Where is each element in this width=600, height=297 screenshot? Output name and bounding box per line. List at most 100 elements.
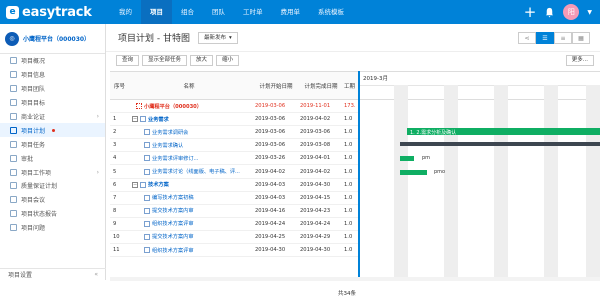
row-name[interactable]: 组织技术方案评审 (152, 220, 194, 227)
zoom-in-button[interactable]: 放大 (190, 55, 214, 66)
gantt-month-label: 2019-3月 (363, 76, 388, 82)
weekend-band (494, 85, 508, 277)
work-item-icon (10, 168, 17, 176)
nav-item-mine[interactable]: 我的 (110, 0, 141, 24)
row-seq: 10 (113, 233, 120, 240)
avatar[interactable]: 阳 (563, 4, 580, 20)
row-name[interactable]: 业务需求评审修订... (152, 155, 198, 162)
chevron-down-icon[interactable]: ▼ (587, 9, 592, 16)
table-row[interactable]: 9 组织技术方案评审 2019-04-24 2019-04-24 1.0 (110, 218, 358, 231)
sidebar-item-work-items[interactable]: 项目工作项 › (0, 165, 105, 179)
table-row[interactable]: 小鹰程平台（000030） 2019-03-06 2019-11-01 173. (110, 100, 358, 114)
sidebar-item-label: 项目计划 (21, 127, 46, 135)
table-row[interactable]: 7 编写技术方案初稿 2019-04-03 2019-04-15 1.0 (110, 192, 358, 205)
sidebar-item-label: 项目会议 (21, 197, 46, 205)
plus-icon[interactable]: + (524, 4, 537, 20)
col-seq[interactable]: 序号 (110, 72, 126, 99)
col-name[interactable]: 名称 (126, 72, 252, 99)
sidebar-item-label: 项目状态报告 (21, 211, 58, 219)
nav-item-team[interactable]: 团队 (203, 0, 234, 24)
sidebar-item-team[interactable]: 项目团队 (0, 82, 105, 96)
grid-view-icon[interactable]: ▦ (572, 32, 590, 44)
bell-icon[interactable] (544, 7, 555, 18)
table-row[interactable]: 3 业务需求确认 2019-03-06 2019-03-08 1.0 (110, 139, 358, 153)
sidebar-footer[interactable]: 项目设置 « (0, 268, 106, 280)
row-start-date: 2019-03-06 (255, 116, 286, 123)
table-row[interactable]: 11 组织技术方案评审 2019-04-30 2019-04-30 1.0 (110, 244, 358, 258)
project-header[interactable]: ◎ 小鹰程平台（000030） (0, 24, 105, 54)
nav-item-timesheet[interactable]: 工时单 (234, 0, 272, 24)
list-view-icon[interactable]: ≡ (554, 32, 572, 44)
row-end-date: 2019-04-15 (300, 194, 331, 201)
goal-icon (10, 99, 17, 107)
nav-item-expense[interactable]: 费用单 (272, 0, 310, 24)
more-button[interactable]: 更多... (565, 55, 594, 66)
collapse-toggle-icon[interactable]: − (132, 116, 138, 123)
row-name[interactable]: 提交技术方案内审 (152, 233, 194, 240)
zoom-out-button[interactable]: 缩小 (216, 55, 240, 66)
task-grid: 序号 名称 计划开始日期 计划完成日期 工期 小鹰程平台（000030） 2019… (110, 71, 358, 277)
sidebar-item-label: 审批 (21, 155, 34, 163)
col-end[interactable]: 计划完成日期 (297, 72, 342, 99)
sidebar-item-tasks[interactable]: 项目任务 (0, 137, 105, 151)
collapse-icon[interactable]: « (94, 271, 98, 278)
gantt-bar-task[interactable] (400, 170, 427, 175)
sidebar-item-goals[interactable]: 项目目标 (0, 96, 105, 110)
sidebar-item-meetings[interactable]: 项目会议 (0, 193, 105, 207)
row-name[interactable]: 业务需求调研会 (152, 129, 188, 136)
horizontal-scrollbar[interactable] (110, 277, 600, 281)
gantt-bar-task[interactable] (400, 156, 414, 161)
nav-item-project[interactable]: 项目 (141, 0, 172, 24)
share-icon[interactable]: ⋖ (518, 32, 536, 44)
sidebar-item-overview[interactable]: 项目概况 (0, 54, 105, 68)
row-name-cell: 小鹰程平台（000030） (126, 103, 252, 110)
logo-mark-icon: e (6, 5, 19, 19)
nav-item-portfolio[interactable]: 组合 (172, 0, 203, 24)
sidebar-item-approval[interactable]: 审批 (0, 151, 105, 165)
weekend-band (394, 85, 408, 277)
table-row[interactable]: 10 提交技术方案内审 2019-04-25 2019-04-29 1.0 (110, 231, 358, 245)
row-end-date: 2019-04-24 (300, 220, 331, 227)
col-work[interactable]: 工期 (342, 72, 358, 99)
business-icon (10, 113, 17, 120)
gantt-view-icon[interactable]: ☰ (536, 32, 554, 44)
sidebar-item-info[interactable]: 项目信息 (0, 68, 105, 82)
weekend-band (544, 85, 558, 277)
row-start-date: 2019-04-25 (255, 233, 286, 240)
table-row[interactable]: 4 业务需求评审修订... 2019-03-26 2019-04-01 1.0 (110, 152, 358, 166)
table-row[interactable]: 2 业务需求调研会 2019-03-06 2019-03-06 1.0 (110, 126, 358, 140)
project-icon (136, 103, 142, 110)
row-name[interactable]: 提交技术方案内审 (152, 207, 194, 214)
sidebar-item-label: 项目问题 (21, 225, 46, 233)
query-button[interactable]: 查询 (116, 55, 140, 66)
row-name[interactable]: 业务需求讨论（线面版、电子稿、评... (152, 168, 240, 175)
nav-item-templates[interactable]: 系统模板 (309, 0, 353, 24)
sidebar-item-quality[interactable]: 质量保证计划 (0, 179, 105, 193)
show-all-tasks-button[interactable]: 显示全部任务 (142, 55, 188, 66)
row-name[interactable]: 编写技术方案初稿 (152, 194, 194, 201)
sidebar: ◎ 小鹰程平台（000030） 项目概况 项目信息 项目团队 项目目标 商业论证… (0, 24, 106, 280)
table-row[interactable]: 1 − 业务需求 2019-03-06 2019-04-02 1.0 (110, 113, 358, 127)
sidebar-item-business-case[interactable]: 商业论证 › (0, 110, 105, 124)
plan-icon (10, 126, 17, 134)
version-select[interactable]: 最新发布 ▾ (197, 31, 238, 44)
sidebar-item-issues[interactable]: 项目问题 (0, 221, 105, 235)
gantt-bar-group[interactable] (400, 142, 600, 146)
app-logo[interactable]: e easytrack (6, 4, 92, 20)
row-end-date: 2019-03-06 (300, 129, 331, 136)
version-select-value: 最新发布 (203, 34, 226, 41)
gantt-bar-label: pm (422, 155, 431, 161)
row-name[interactable]: 组织技术方案评审 (152, 247, 194, 254)
row-duration: 173. (344, 103, 356, 110)
sidebar-item-status-report[interactable]: 项目状态报告 (0, 207, 105, 221)
gantt-bar-label: 1. 2.需求分析及确认 (410, 130, 457, 136)
gantt-bar-label: pmo (434, 169, 446, 175)
row-name[interactable]: 业务需求确认 (152, 142, 183, 149)
table-row[interactable]: 5 业务需求讨论（线面版、电子稿、评... 2019-04-02 2019-04-02… (110, 165, 358, 179)
sidebar-item-plan[interactable]: 项目计划 (0, 123, 105, 138)
row-start-date: 2019-04-03 (255, 181, 286, 188)
collapse-toggle-icon[interactable]: − (132, 181, 138, 188)
table-row[interactable]: 8 提交技术方案内审 2019-04-16 2019-04-23 1.0 (110, 205, 358, 218)
table-row[interactable]: 6 − 技术方案 2019-04-03 2019-04-30 1.0 (110, 179, 358, 192)
col-start[interactable]: 计划开始日期 (252, 72, 297, 99)
